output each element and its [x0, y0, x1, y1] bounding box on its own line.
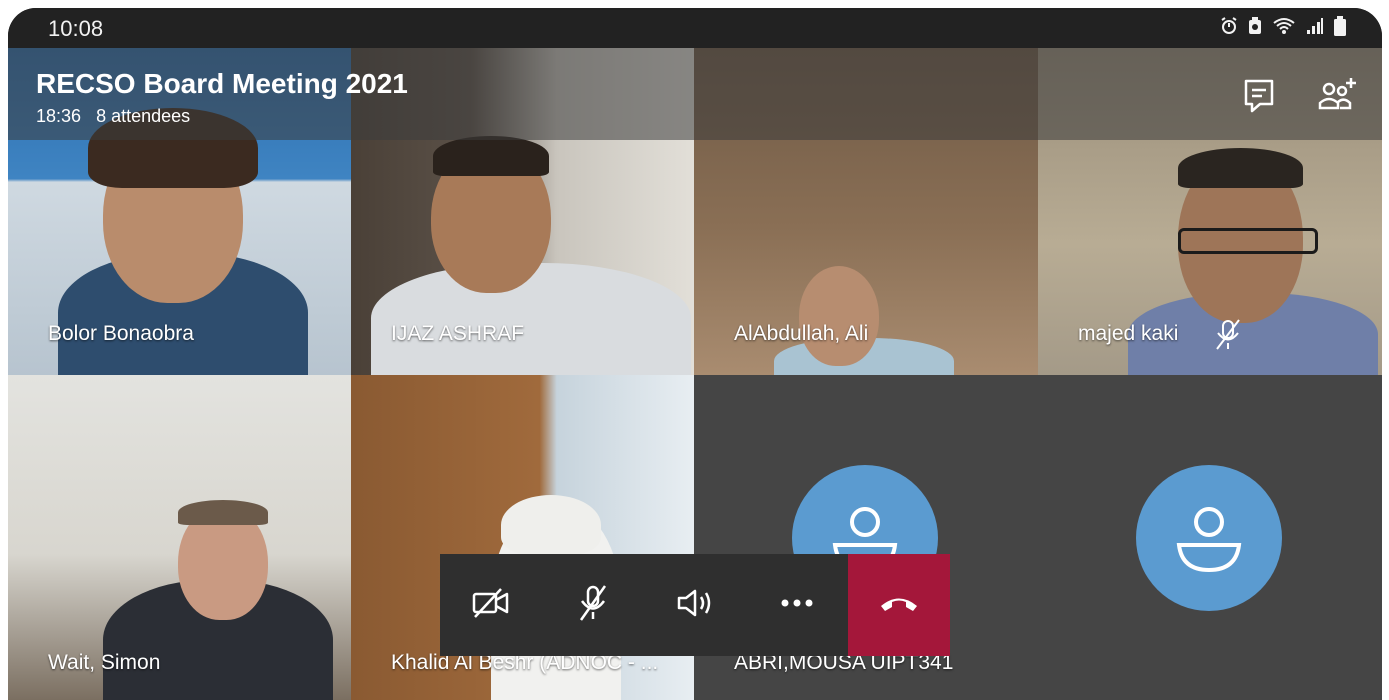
participant-name: Wait, Simon — [48, 651, 161, 674]
participant-tile[interactable] — [1038, 375, 1382, 700]
meeting-elapsed-time: 18:36 — [36, 106, 82, 126]
meeting-header: RECSO Board Meeting 2021 18:36 8 attende… — [8, 48, 1382, 140]
wifi-icon — [1272, 17, 1296, 42]
status-time: 10:08 — [48, 16, 104, 41]
phone-screen: 10:08 Bolor Bonaobra IJAZ ASHRAF AlAbdul… — [8, 8, 1382, 700]
meeting-info: 18:36 8 attendees — [36, 106, 200, 127]
add-people-icon — [1316, 78, 1360, 120]
participant-tile[interactable]: Wait, Simon — [8, 375, 351, 700]
signal-icon — [1306, 17, 1324, 42]
call-controls — [440, 554, 950, 656]
participant-name: majed kaki — [1078, 322, 1179, 345]
alarm-icon — [1220, 17, 1238, 42]
mute-button[interactable] — [542, 554, 644, 656]
speaker-button[interactable] — [644, 554, 746, 656]
chat-icon — [1240, 79, 1280, 120]
hang-up-icon — [878, 593, 920, 618]
mic-off-icon — [576, 583, 610, 628]
status-bar: 10:08 — [8, 8, 1382, 48]
meeting-title: RECSO Board Meeting 2021 — [36, 68, 408, 99]
more-icon — [777, 596, 817, 614]
battery-saver-icon — [1248, 17, 1262, 42]
participant-name: AlAbdullah, Ali — [734, 322, 869, 345]
chat-button[interactable] — [1240, 76, 1280, 116]
muted-mic-icon — [1213, 318, 1243, 357]
speaker-icon — [675, 586, 715, 625]
camera-off-icon — [471, 587, 511, 624]
participant-name: IJAZ ASHRAF — [391, 322, 525, 345]
hang-up-button[interactable] — [848, 554, 950, 656]
attendee-count: 8 attendees — [96, 106, 191, 126]
camera-toggle-button[interactable] — [440, 554, 542, 656]
add-people-button[interactable] — [1316, 76, 1356, 116]
participant-name: Bolor Bonaobra — [48, 322, 194, 345]
avatar — [1136, 465, 1282, 611]
battery-icon — [1334, 16, 1346, 43]
status-icons — [1220, 16, 1346, 43]
more-options-button[interactable] — [746, 554, 848, 656]
